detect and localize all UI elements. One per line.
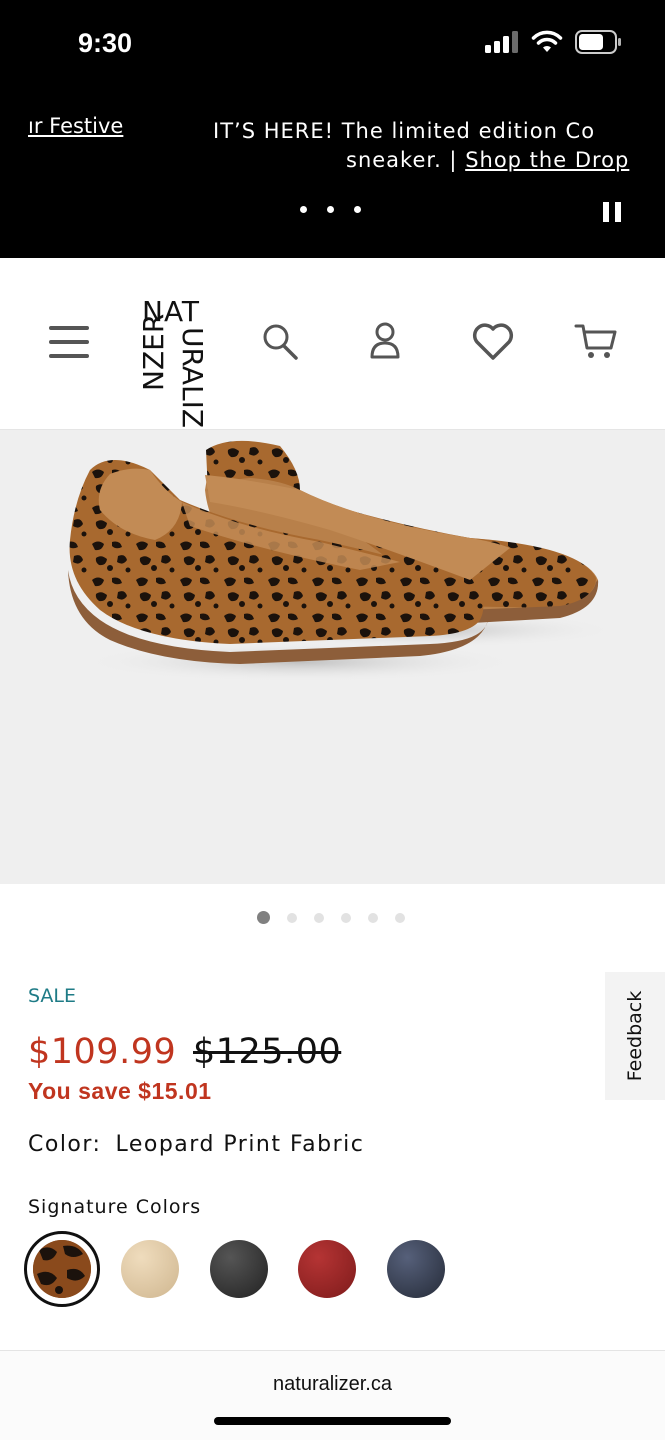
wifi-icon <box>531 30 563 52</box>
pause-icon[interactable] <box>603 202 627 224</box>
promo-line2: sneaker. | Shop the Drop <box>346 148 629 172</box>
search-icon[interactable] <box>258 320 302 364</box>
url-text[interactable]: naturalizer.ca <box>0 1373 665 1396</box>
promo-dot[interactable] <box>354 206 361 213</box>
sale-badge: SALE <box>28 985 77 1007</box>
site-header: NAT NZER URALIZ <box>0 258 665 430</box>
carousel-dot-1[interactable] <box>257 911 270 924</box>
product-image[interactable] <box>0 430 665 884</box>
carousel-dot-2[interactable] <box>287 912 297 923</box>
promo-dot[interactable] <box>327 206 334 213</box>
naturalizer-logo[interactable]: NAT NZER URALIZ <box>137 298 210 429</box>
cart-icon[interactable] <box>572 318 620 364</box>
feedback-label: Feedback <box>624 990 646 1082</box>
promo-line2-text: sneaker. | <box>346 148 466 172</box>
selected-color: Color: Leopard Print Fabric <box>28 1132 364 1157</box>
carousel-dot-3[interactable] <box>314 912 324 923</box>
signal-icon <box>485 31 518 53</box>
current-price: $109.99 <box>28 1032 177 1072</box>
browser-url-bar: naturalizer.ca <box>0 1350 665 1440</box>
color-value: Leopard Print Fabric <box>115 1132 365 1157</box>
status-bar: 9:30 <box>0 0 665 90</box>
carousel-dot-5[interactable] <box>368 912 378 923</box>
logo-right-column: URALIZ <box>176 327 209 429</box>
promo-pagination <box>300 206 361 213</box>
shop-the-drop-link[interactable]: Shop the Drop <box>465 148 629 172</box>
signature-colors-label: Signature Colors <box>28 1196 202 1218</box>
swatch-black[interactable] <box>210 1240 268 1298</box>
user-icon[interactable] <box>364 318 406 364</box>
swatch-leopard[interactable] <box>33 1240 91 1298</box>
image-carousel-pagination <box>257 911 405 924</box>
carousel-dot-4[interactable] <box>341 912 351 923</box>
swatch-navy[interactable] <box>387 1240 445 1298</box>
promo-dot[interactable] <box>300 206 307 213</box>
feedback-tab[interactable]: Feedback <box>605 972 665 1100</box>
status-time: 9:30 <box>78 28 133 58</box>
swatch-red[interactable] <box>298 1240 356 1298</box>
status-icons <box>485 30 623 54</box>
swatch-beige[interactable] <box>121 1240 179 1298</box>
heart-icon[interactable] <box>470 320 516 364</box>
battery-icon <box>575 30 621 54</box>
logo-left-column: NZER <box>137 313 170 391</box>
color-label: Color: <box>28 1132 102 1157</box>
promo-headline: IT’S HERE! The limited edition Co <box>213 119 596 143</box>
original-price: $125.00 <box>193 1032 342 1072</box>
carousel-dot-6[interactable] <box>395 912 405 923</box>
hamburger-menu-icon[interactable] <box>46 320 92 364</box>
home-indicator[interactable] <box>214 1417 451 1425</box>
leopard-flats-image <box>68 440 620 682</box>
promo-prev-slide-link[interactable]: ır Festive <box>28 114 123 138</box>
promo-banner: ır Festive IT’S HERE! The limited editio… <box>0 90 665 258</box>
savings-text: You save $15.01 <box>28 1078 212 1104</box>
